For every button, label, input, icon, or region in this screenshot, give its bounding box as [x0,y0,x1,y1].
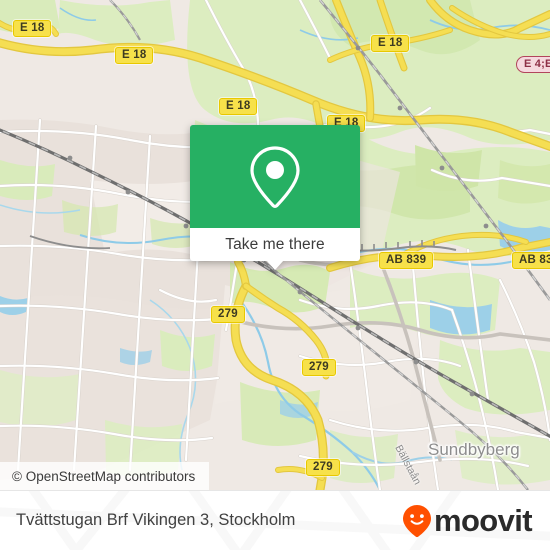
callout-action-bar[interactable]: Take me there [190,228,360,270]
moovit-map-screenshot: E 18 E 18 E 18 E 18 E 18 E 4;E AB 839 AB… [0,0,550,550]
map-pin-icon [250,145,300,208]
road-shield-ab839-1[interactable]: AB 839 [379,252,434,269]
callout-pointer-tail [266,260,284,270]
place-label-sundbyberg: Sundbyberg [428,440,520,459]
road-shield-279-2[interactable]: 279 [302,359,336,376]
road-shield-e18-2[interactable]: E 18 [115,47,154,64]
moovit-logo[interactable]: moovit [402,503,533,538]
road-shield-e4[interactable]: E 4;E [516,56,550,73]
take-me-there-label: Take me there [225,235,325,253]
location-title: Tvättstugan Brf Vikingen 3, Stockholm [16,511,296,529]
take-me-there-callout[interactable]: Take me there [190,125,360,270]
road-shield-e18-3[interactable]: E 18 [219,98,258,115]
moovit-wordmark: moovit [433,503,533,538]
road-shield-e18-4[interactable]: E 18 [371,35,410,52]
road-shield-e18-1[interactable]: E 18 [13,20,52,37]
moovit-pin-smiley-icon [402,504,431,537]
attribution-text: © OpenStreetMap contributors [12,468,196,484]
road-shield-279-1[interactable]: 279 [211,306,245,323]
callout-icon-area [190,125,360,228]
road-shield-ab839-2[interactable]: AB 83 [512,252,550,269]
map-attribution[interactable]: © OpenStreetMap contributors [0,462,210,490]
road-shield-279-3[interactable]: 279 [306,459,340,476]
map-canvas[interactable]: E 18 E 18 E 18 E 18 E 18 E 4;E AB 839 AB… [0,0,550,490]
footer-bar: Tvättstugan Brf Vikingen 3, Stockholm mo… [0,490,550,550]
